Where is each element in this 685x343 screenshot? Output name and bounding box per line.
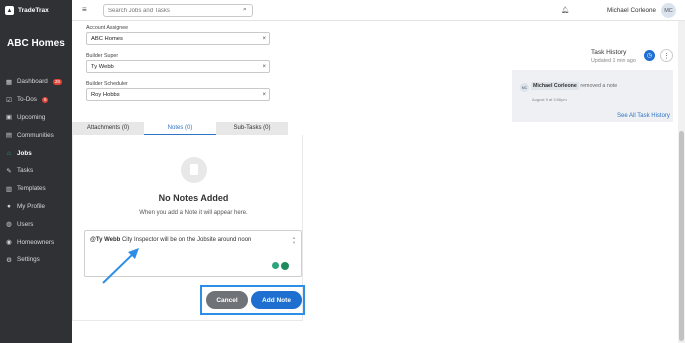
hamburger-menu-icon[interactable]: ≡ — [82, 5, 87, 14]
profile-icon: ● — [7, 202, 11, 210]
sidebar-item-users[interactable]: ◍ Users — [0, 215, 72, 233]
history-entry-text: Michael Corleone removed a note — [531, 82, 618, 90]
sidebar-item-label: Homeowners — [17, 238, 55, 246]
history-timestamp: August 9 at 3:56pm — [532, 97, 567, 102]
location-icon[interactable] — [272, 262, 279, 269]
sidebar-item-jobs[interactable]: ⌂ Jobs — [0, 144, 72, 162]
sidebar-item-tasks[interactable]: ✎ Tasks — [0, 162, 72, 180]
sidebar-item-label: My Profile — [17, 202, 45, 210]
account-assignee-value: ABC Homes — [91, 36, 123, 42]
sidebar-item-todos[interactable]: ☑ To-Dos 6 — [0, 91, 72, 109]
users-icon: ◍ — [6, 221, 12, 229]
calendar-icon: ▦ — [5, 78, 13, 86]
sidebar-item-upcoming[interactable]: ▣ Upcoming — [0, 109, 72, 127]
brand-name: TradeTrax — [18, 7, 49, 14]
gear-icon: ⚙ — [6, 256, 12, 264]
homeowners-icon: ◉ — [6, 239, 12, 247]
note-draft-body: City Inspector will be on the Jobsite ar… — [120, 237, 252, 243]
builder-scheduler-label: Builder Scheduler — [86, 81, 128, 87]
dashboard-badge: 28 — [52, 78, 62, 85]
sidebar-item-label: Templates — [17, 185, 46, 193]
avatar[interactable]: MC — [661, 3, 676, 18]
sidebar-item-label: Dashboard — [17, 78, 48, 86]
sidebar-item-settings[interactable]: ⚙ Settings — [0, 251, 72, 269]
templates-icon: ▥ — [5, 185, 13, 193]
task-tabs: Attachments (0) Notes (0) Sub-Tasks (0) — [72, 122, 288, 135]
avatar: MC — [520, 83, 529, 92]
builder-scheduler-value: Roy Hobbs — [91, 92, 120, 98]
task-history-updated: Updated 1 min ago — [591, 58, 636, 64]
builder-super-field[interactable]: Ty Webb × — [86, 60, 270, 73]
tradetrax-logo-icon: ▲ — [5, 6, 14, 15]
sidebar-item-label: To-Dos — [17, 96, 37, 104]
sidebar-item-dashboard[interactable]: ▦ Dashboard 28 — [0, 73, 72, 91]
history-action: removed a note — [580, 83, 618, 89]
sidebar-item-label: Jobs — [17, 149, 32, 157]
tab-attachments[interactable]: Attachments (0) — [72, 122, 144, 135]
sidebar-item-label: Upcoming — [17, 113, 46, 121]
tab-sub-tasks[interactable]: Sub-Tasks (0) — [216, 122, 288, 135]
builder-super-value: Ty Webb — [91, 64, 114, 70]
clock-icon[interactable]: ◷ — [644, 50, 655, 61]
clear-icon[interactable]: × — [262, 36, 266, 42]
builder-super-label: Builder Super — [86, 53, 119, 59]
account-assignee-field[interactable]: ABC Homes × — [86, 32, 270, 45]
building-icon: ▤ — [5, 132, 13, 140]
top-bar: ≡ ⌕ 🔔︎ Michael Corleone MC — [72, 0, 685, 21]
brand[interactable]: ▲ TradeTrax — [0, 0, 72, 21]
task-history-title: Task History — [591, 49, 627, 56]
sidebar-item-label: Users — [17, 220, 34, 228]
builder-scheduler-field[interactable]: Roy Hobbs × — [86, 88, 270, 101]
note-draft-text: @Ty Webb City Inspector will be on the J… — [90, 237, 251, 243]
todo-icon: ☑ — [6, 96, 12, 104]
wrench-icon: ✎ — [6, 167, 12, 175]
cancel-button[interactable]: Cancel — [206, 291, 248, 309]
sidebar-item-label: Settings — [17, 256, 40, 264]
user-name[interactable]: Michael Corleone — [607, 7, 656, 14]
sidebar-item-homeowners[interactable]: ◉ Homeowners — [0, 233, 72, 251]
company-name: ABC Homes — [7, 38, 65, 49]
sidebar-item-templates[interactable]: ▥ Templates — [0, 180, 72, 198]
more-options-icon[interactable]: ⋮ — [660, 49, 673, 62]
search-icon[interactable]: ⌕ — [243, 6, 247, 14]
user-mention: @Ty Webb — [90, 237, 121, 243]
bell-icon[interactable]: 🔔︎ — [561, 6, 569, 14]
sidebar-item-communities[interactable]: ▤ Communities — [0, 126, 72, 144]
upcoming-icon: ▣ — [5, 114, 13, 122]
note-icon — [181, 157, 207, 183]
annotation-arrow-icon — [102, 248, 139, 284]
history-user-name: Michael Corleone — [531, 82, 579, 90]
clear-icon[interactable]: × — [262, 64, 266, 70]
sidebar-item-label: Tasks — [17, 167, 34, 175]
account-assignee-label: Account Assignee — [86, 25, 129, 31]
see-all-task-history-link[interactable]: See All Task History — [617, 113, 670, 119]
empty-notes-subtitle: When you add a Note it will appear here. — [139, 210, 248, 216]
sidebar-item-my-profile[interactable]: ● My Profile — [0, 198, 72, 216]
home-icon: ⌂ — [7, 149, 11, 157]
sidebar: ▲ TradeTrax ABC Homes ▦ Dashboard 28 ☑ T… — [0, 0, 72, 343]
search-input[interactable] — [103, 4, 253, 17]
textarea-scroll-icon[interactable]: ▲ ▼ — [292, 235, 296, 245]
todos-badge: 6 — [41, 96, 49, 103]
tab-notes[interactable]: Notes (0) — [144, 122, 216, 135]
add-note-button[interactable]: Add Note — [251, 291, 302, 309]
emoji-icon[interactable] — [281, 262, 289, 270]
sidebar-item-label: Communities — [17, 131, 54, 139]
scrollbar[interactable] — [678, 21, 685, 343]
clear-icon[interactable]: × — [262, 92, 266, 98]
scrollbar-thumb[interactable] — [679, 131, 684, 341]
empty-notes-title: No Notes Added — [158, 193, 229, 203]
